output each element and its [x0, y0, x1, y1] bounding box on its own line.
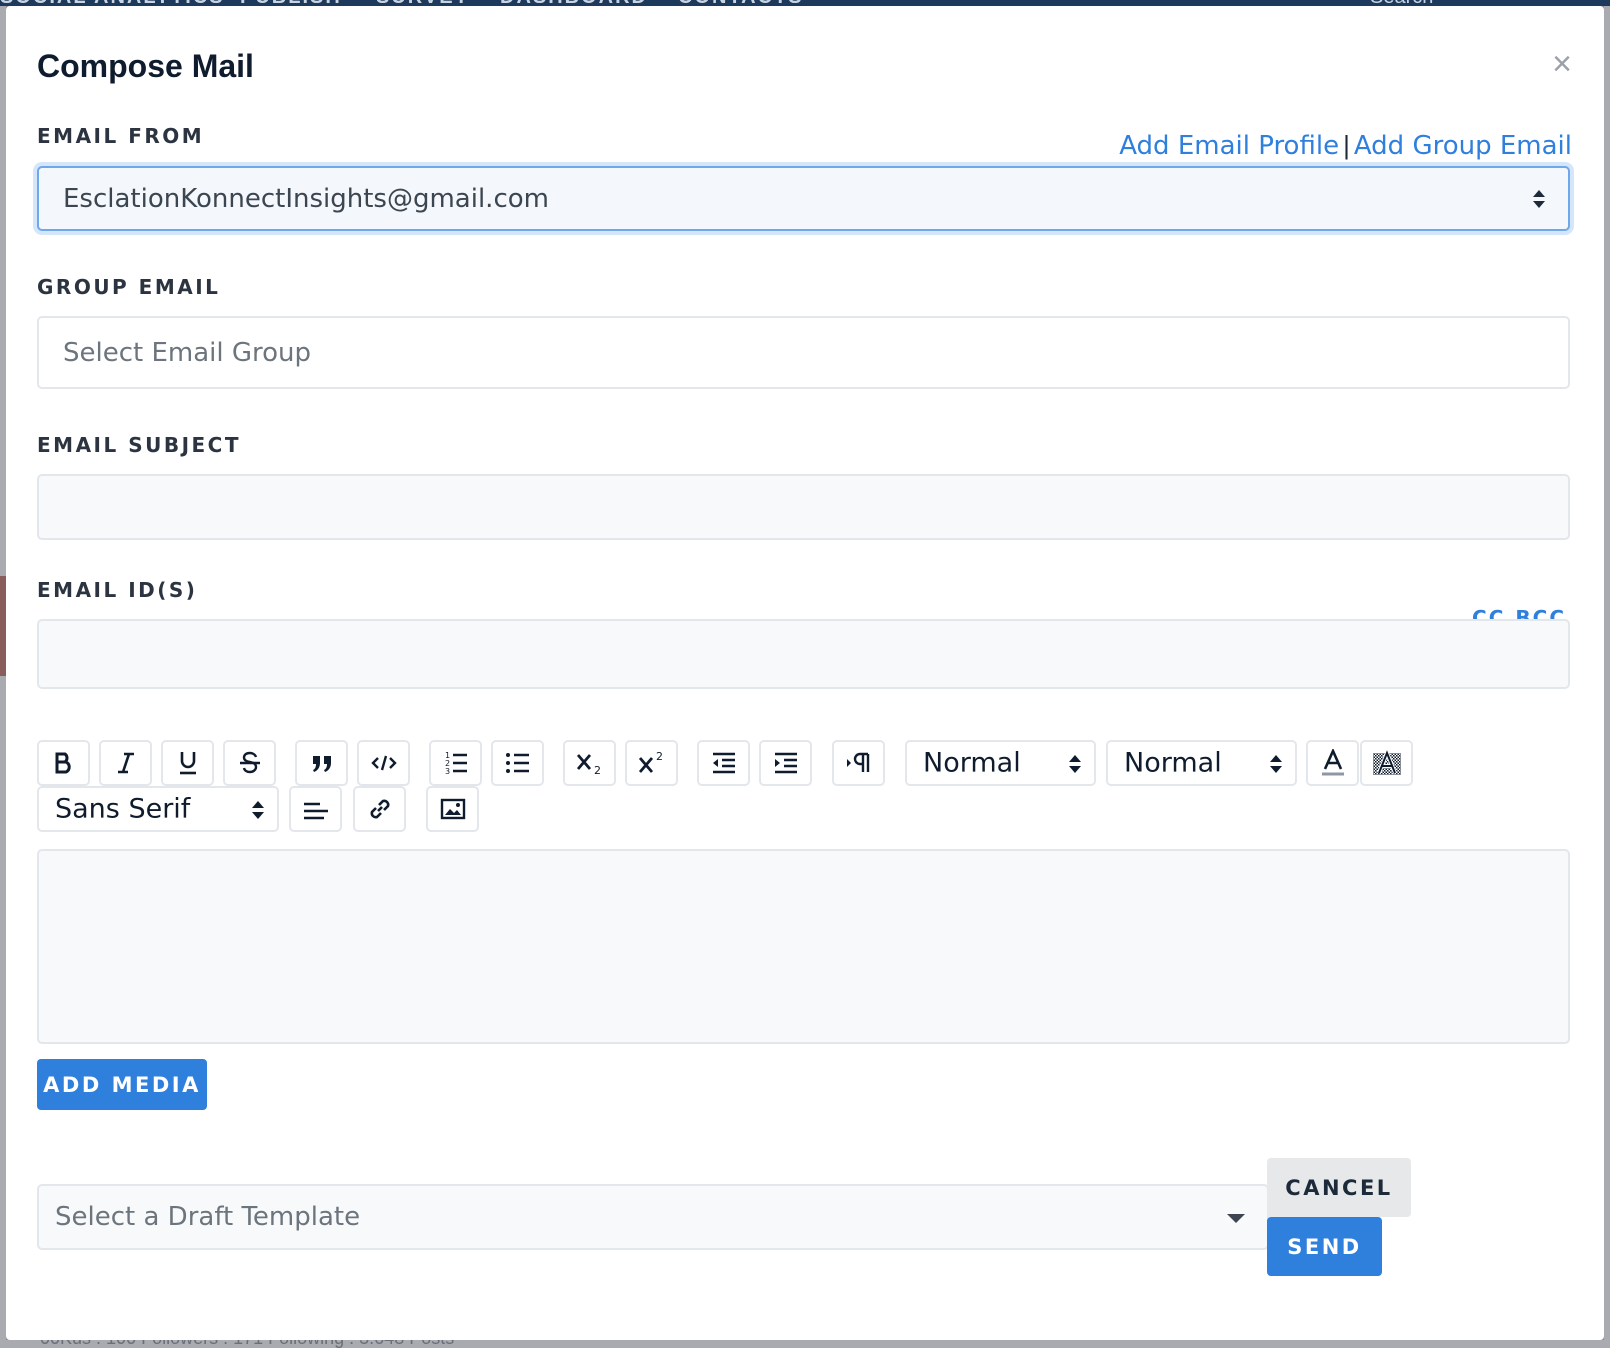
svg-text:3: 3 — [445, 767, 450, 776]
outdent-icon[interactable] — [697, 740, 750, 786]
email-from-select[interactable]: EsclationKonnectInsights@gmail.com — [37, 166, 1570, 231]
background-right-edge — [1604, 6, 1610, 1348]
group-email-select[interactable]: Select Email Group — [37, 316, 1570, 389]
email-from-label: EMAIL FROM — [37, 124, 205, 148]
blockquote-icon[interactable] — [295, 740, 348, 786]
compose-mail-modal: Compose Mail × EMAIL FROM Add Email Prof… — [6, 6, 1604, 1340]
background-color-icon[interactable] — [1360, 740, 1413, 786]
email-from-value: EsclationKonnectInsights@gmail.com — [63, 183, 549, 214]
select-arrows-icon — [252, 801, 264, 819]
indent-icon[interactable] — [759, 740, 812, 786]
profile-links: Add Email Profile | Add Group Email — [1119, 130, 1572, 161]
link-icon[interactable] — [353, 786, 406, 832]
cancel-button[interactable]: CANCEL — [1267, 1158, 1411, 1217]
draft-template-select[interactable]: Select a Draft Template — [37, 1184, 1269, 1250]
image-icon[interactable] — [426, 786, 479, 832]
add-group-email-link[interactable]: Add Group Email — [1354, 131, 1572, 161]
group-email-placeholder: Select Email Group — [63, 337, 312, 368]
chevron-down-icon — [1227, 1214, 1245, 1223]
email-subject-input[interactable] — [37, 474, 1570, 540]
email-ids-input[interactable] — [37, 619, 1570, 689]
svg-text:2: 2 — [656, 750, 663, 763]
size-select-value: Normal — [1124, 747, 1222, 779]
draft-template-placeholder: Select a Draft Template — [55, 1202, 361, 1232]
modal-title: Compose Mail — [37, 48, 254, 84]
text-direction-icon[interactable] — [832, 740, 885, 786]
italic-icon[interactable] — [99, 740, 152, 786]
send-button[interactable]: SEND — [1267, 1217, 1382, 1276]
background-footer: 00Kus . 100 Followers . 171 Following . … — [6, 1340, 1610, 1348]
text-color-icon[interactable] — [1306, 740, 1359, 786]
group-email-label: GROUP EMAIL — [37, 275, 221, 299]
email-subject-label: EMAIL SUBJECT — [37, 433, 242, 457]
add-email-profile-link[interactable]: Add Email Profile — [1119, 131, 1339, 161]
bullet-list-icon[interactable] — [491, 740, 544, 786]
align-icon[interactable] — [289, 786, 342, 832]
select-arrows-icon — [1533, 190, 1545, 208]
header-select[interactable]: Normal — [905, 740, 1096, 786]
background-footer-text: 00Kus . 100 Followers . 171 Following . … — [40, 1340, 454, 1348]
email-ids-label: EMAIL ID(S) — [37, 578, 198, 602]
select-arrows-icon — [1270, 755, 1282, 773]
svg-text:2: 2 — [594, 764, 601, 776]
code-block-icon[interactable] — [357, 740, 410, 786]
superscript-icon[interactable]: 2 — [625, 740, 678, 786]
subscript-icon[interactable]: 2 — [563, 740, 616, 786]
strikethrough-icon[interactable] — [223, 740, 276, 786]
underline-icon[interactable] — [161, 740, 214, 786]
close-icon[interactable]: × — [1544, 46, 1580, 82]
size-select[interactable]: Normal — [1106, 740, 1297, 786]
select-arrows-icon — [1069, 755, 1081, 773]
ordered-list-icon[interactable]: 123 — [429, 740, 482, 786]
link-separator: | — [1343, 130, 1350, 160]
message-editor[interactable] — [37, 849, 1570, 1044]
font-select[interactable]: Sans Serif — [37, 786, 279, 832]
add-media-button[interactable]: ADD MEDIA — [37, 1059, 207, 1110]
bold-icon[interactable] — [37, 740, 90, 786]
font-select-value: Sans Serif — [55, 793, 191, 825]
header-select-value: Normal — [923, 747, 1021, 779]
